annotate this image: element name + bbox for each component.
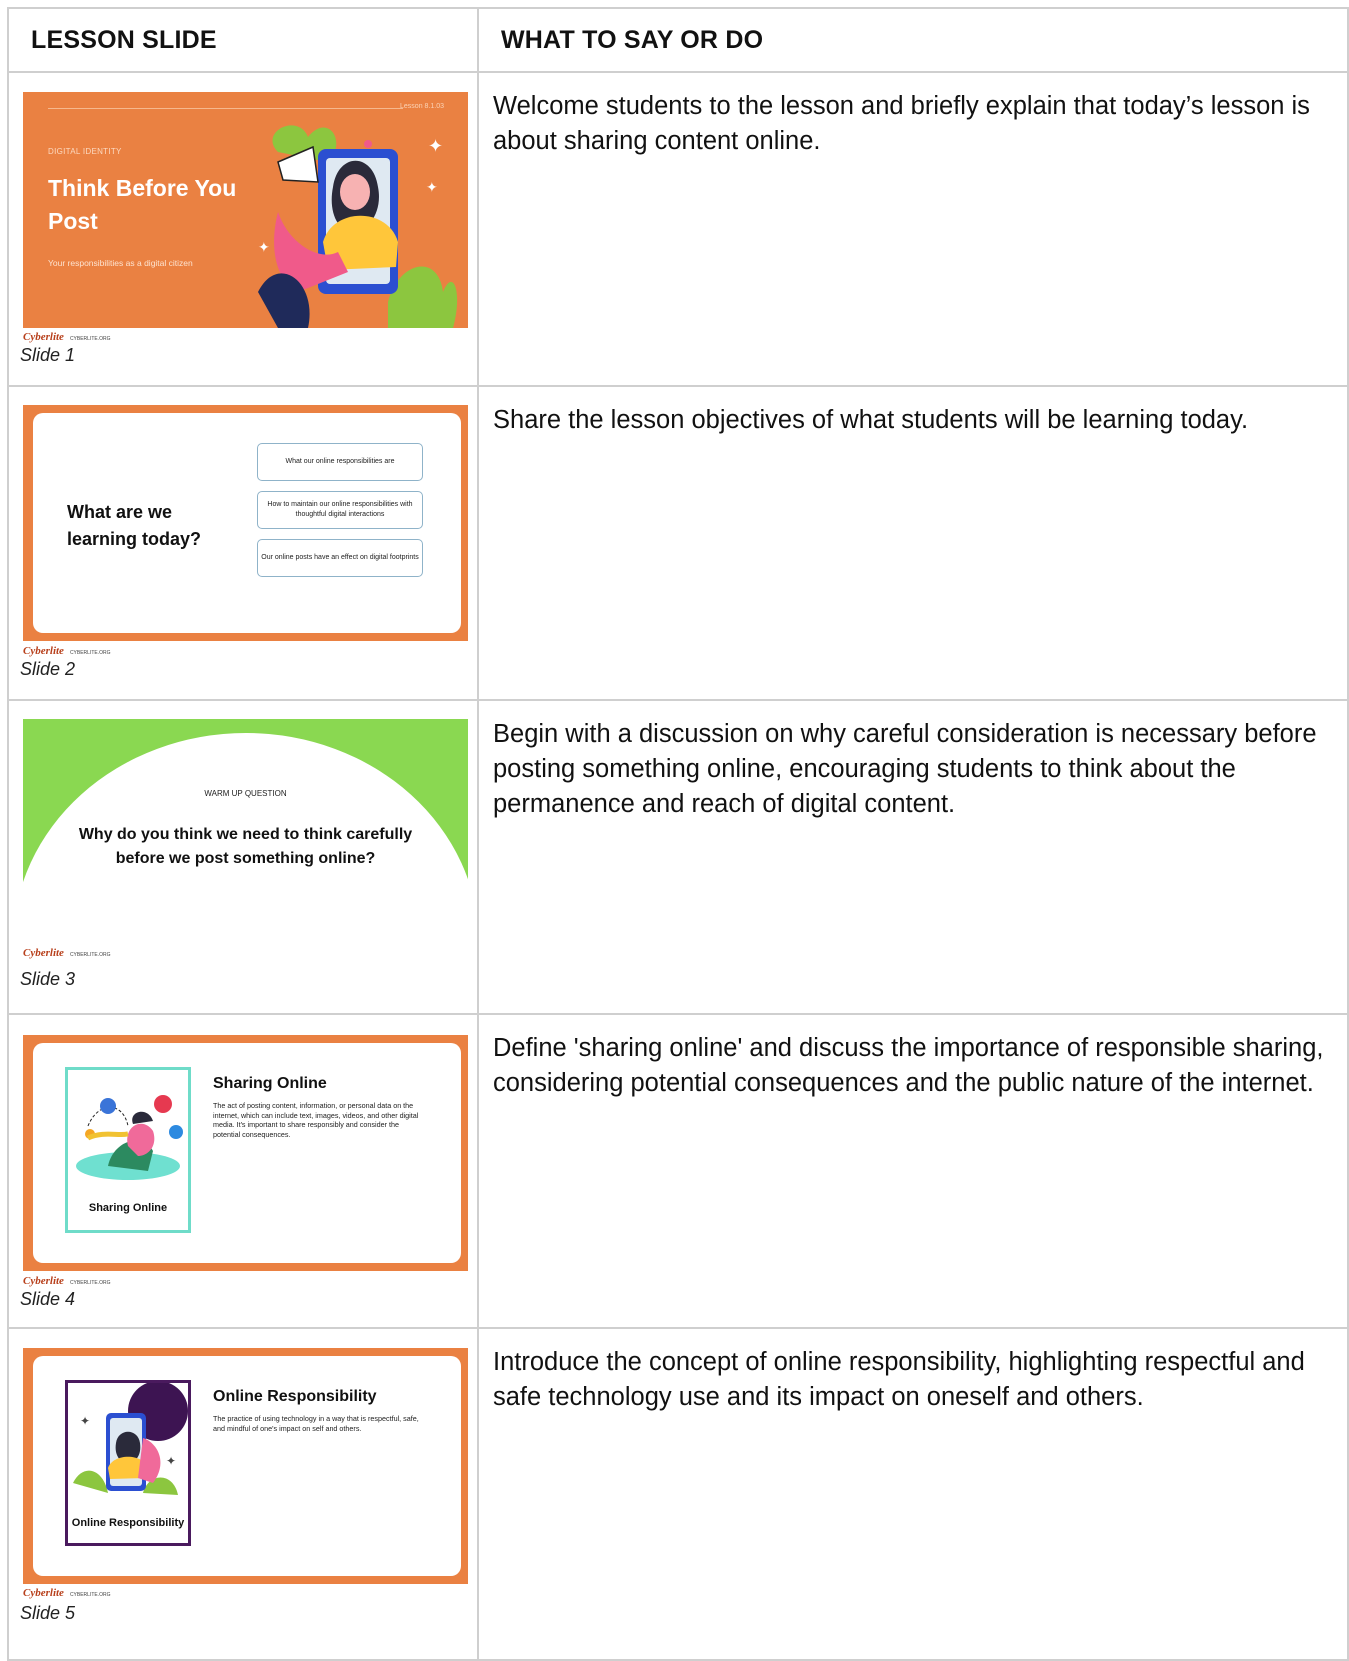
objective-box: Our online posts have an effect on digit… xyxy=(257,539,423,577)
vocab-card: ✦ ✦ Online Responsibility xyxy=(65,1380,191,1546)
slide-thumbnail-4: Sharing Online Sharing Online The act of… xyxy=(23,1035,468,1271)
slide-cell: Sharing Online Sharing Online The act of… xyxy=(7,1013,479,1329)
slide-thumbnail-5: ✦ ✦ Online Responsibility Online Respons… xyxy=(23,1348,468,1584)
svg-text:✦: ✦ xyxy=(258,239,270,255)
slide-footer: Cyberlite CYBERLITE.ORG xyxy=(23,645,111,657)
slide-caption: Slide 3 xyxy=(20,969,76,989)
vocab-card-label: Online Responsibility xyxy=(71,1517,185,1529)
instruction-text: Define 'sharing online' and discuss the … xyxy=(493,1034,1324,1097)
table-row: WARM UP QUESTION Why do you think we nee… xyxy=(7,699,1349,1015)
instruction-cell: Begin with a discussion on why careful c… xyxy=(477,699,1349,1015)
term-title: Online Responsibility xyxy=(213,1388,377,1405)
slide-caption: Slide 1 xyxy=(20,345,76,365)
slide-cell: Lesson 8.1.03 DIGITAL IDENTITY Think Bef… xyxy=(7,71,479,387)
slide-caption: Slide 2 xyxy=(20,659,76,679)
instruction-text: Begin with a discussion on why careful c… xyxy=(493,720,1317,818)
slide-cell: WARM UP QUESTION Why do you think we nee… xyxy=(7,699,479,1015)
objective-box: How to maintain our online responsibilit… xyxy=(257,491,423,529)
phone-person-illustration: ✦ ✦ xyxy=(73,1383,188,1495)
phone-social-illustration xyxy=(76,1095,183,1180)
slide-cell: What are we learning today? What our onl… xyxy=(7,385,479,701)
slide-caption: Slide 5 xyxy=(20,1603,76,1623)
instruction-text: Introduce the concept of online responsi… xyxy=(493,1348,1305,1411)
header-lesson-slide: LESSON SLIDE xyxy=(7,7,479,73)
slide-kicker: DIGITAL IDENTITY xyxy=(48,147,122,156)
objective-box: What our online responsibilities are xyxy=(257,443,423,481)
slide-thumbnail-3: WARM UP QUESTION Why do you think we nee… xyxy=(23,719,468,955)
slide-kicker: WARM UP QUESTION xyxy=(204,789,287,798)
slide-card: What are we learning today? What our onl… xyxy=(33,413,461,633)
table-row: What are we learning today? What our onl… xyxy=(7,385,1349,701)
term-definition: The practice of using technology in a wa… xyxy=(213,1414,419,1433)
table-row: ✦ ✦ Online Responsibility Online Respons… xyxy=(7,1327,1349,1661)
slide-question: What are we learning today? xyxy=(67,502,202,549)
term-title: Sharing Online xyxy=(213,1075,327,1092)
instruction-cell: Introduce the concept of online responsi… xyxy=(477,1327,1349,1661)
slide-caption: Slide 4 xyxy=(20,1289,76,1309)
term-definition: The act of posting content, information,… xyxy=(213,1101,419,1139)
table-row: Lesson 8.1.03 DIGITAL IDENTITY Think Bef… xyxy=(7,71,1349,387)
slide-thumbnail-1: Lesson 8.1.03 DIGITAL IDENTITY Think Bef… xyxy=(23,92,468,328)
slide-thumbnail-2: What are we learning today? What our onl… xyxy=(23,405,468,641)
slide-question: Why do you think we need to think carefu… xyxy=(78,826,413,867)
slide-footer: Cyberlite CYBERLITE.ORG xyxy=(23,947,111,959)
instruction-text: Welcome students to the lesson and brief… xyxy=(493,92,1310,155)
lesson-plan-table: LESSON SLIDE WHAT TO SAY OR DO Lesson 8.… xyxy=(7,7,1349,1661)
slide-title: Think Before You Post xyxy=(48,175,237,234)
slide-cell: ✦ ✦ Online Responsibility Online Respons… xyxy=(7,1327,479,1661)
megaphone-person-illustration: ✦ ✦ ✦ xyxy=(258,125,458,328)
vocab-card: Sharing Online xyxy=(65,1067,191,1233)
svg-text:✦: ✦ xyxy=(80,1414,90,1428)
vocab-card-label: Sharing Online xyxy=(88,1202,168,1214)
instruction-cell: Welcome students to the lesson and brief… xyxy=(477,71,1349,387)
svg-text:✦: ✦ xyxy=(428,136,443,156)
slide-card: Sharing Online Sharing Online The act of… xyxy=(33,1043,461,1263)
header-row: LESSON SLIDE WHAT TO SAY OR DO xyxy=(7,7,1349,73)
slide-footer: Cyberlite CYBERLITE.ORG xyxy=(23,1587,111,1599)
table-row: Sharing Online Sharing Online The act of… xyxy=(7,1013,1349,1329)
instruction-cell: Define 'sharing online' and discuss the … xyxy=(477,1013,1349,1329)
slide-subtitle: Your responsibilities as a digital citiz… xyxy=(48,258,193,268)
instruction-text: Share the lesson objectives of what stud… xyxy=(493,406,1249,434)
slide-footer: Cyberlite CYBERLITE.ORG xyxy=(23,1275,111,1287)
svg-text:✦: ✦ xyxy=(166,1454,176,1468)
header-what-to-say: WHAT TO SAY OR DO xyxy=(477,7,1349,73)
svg-text:✦: ✦ xyxy=(426,179,438,195)
instruction-cell: Share the lesson objectives of what stud… xyxy=(477,385,1349,701)
slide-footer: Cyberlite CYBERLITE.ORG xyxy=(23,331,111,343)
slide-card: ✦ ✦ Online Responsibility Online Respons… xyxy=(33,1356,461,1576)
